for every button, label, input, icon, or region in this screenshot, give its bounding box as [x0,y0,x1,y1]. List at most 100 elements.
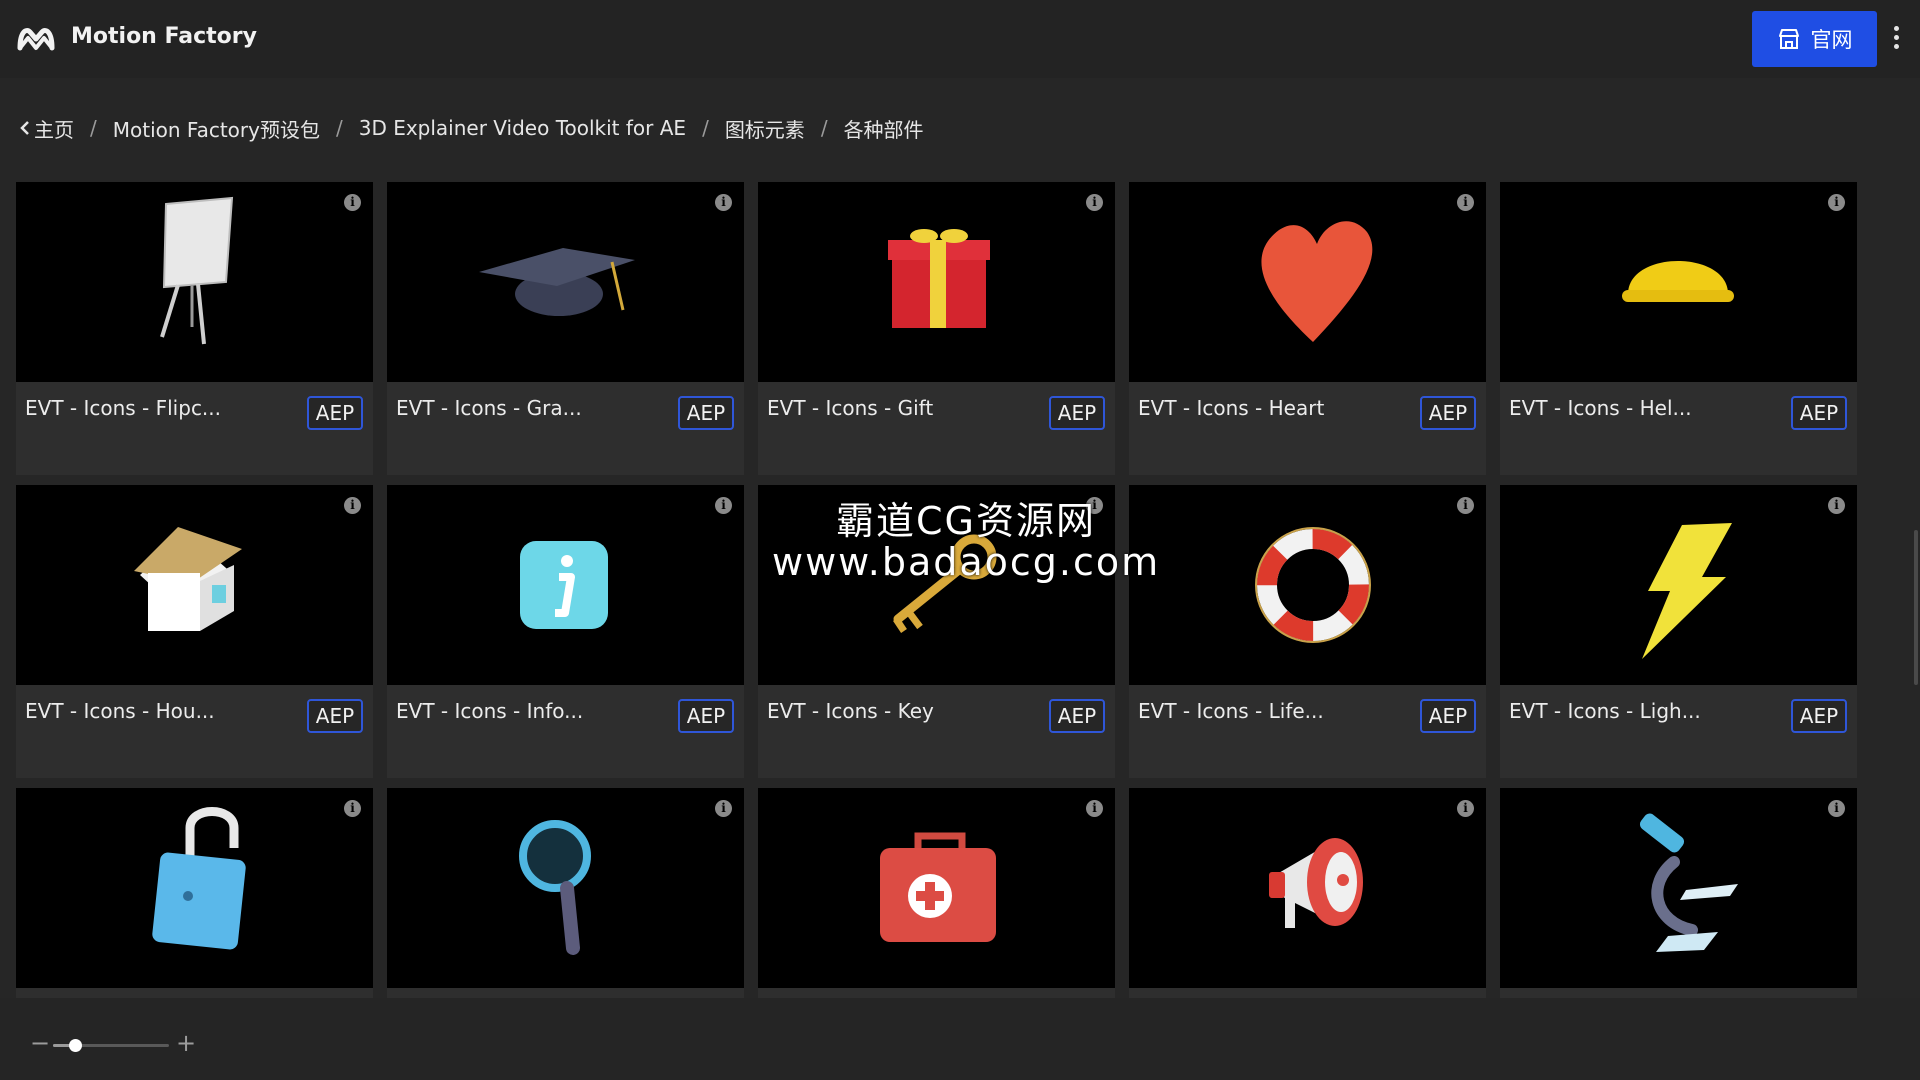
asset-thumbnail: i [16,182,373,382]
scrollbar-thumb[interactable] [1914,530,1918,685]
asset-thumbnail: i [758,182,1115,382]
info-icon[interactable]: i [1086,194,1103,211]
asset-title: EVT - Icons - Life... [1138,699,1324,723]
asset-card[interactable]: i EVT - Icons - Gift AEP [758,182,1115,475]
app-title: Motion Factory [71,24,257,49]
aep-badge: AEP [307,699,363,733]
asset-thumbnail: i [1129,485,1486,685]
asset-thumbnail: i [1500,788,1857,988]
info-icon[interactable]: i [1457,194,1474,211]
watermark-line1: 霸道CG资源网 [836,499,1096,543]
breadcrumb: 主页 / Motion Factory预设包 / 3D Explainer Vi… [20,112,924,144]
chevron-left-icon [20,121,29,135]
vertical-dots-icon[interactable] [1890,26,1902,52]
aep-badge: AEP [678,699,734,733]
asset-card[interactable]: i EVT - Icons - Life... AEP [1129,485,1486,778]
asset-thumbnail: i [387,182,744,382]
breadcrumb-separator: / [90,116,97,140]
asset-title: EVT - Icons - Key [767,699,934,723]
magnifier-icon [519,820,591,955]
info-icon[interactable]: i [715,194,732,211]
info-icon[interactable]: i [344,497,361,514]
store-icon [1778,29,1799,49]
zoom-out-button[interactable]: − [30,1031,50,1055]
info-icon[interactable]: i [1457,497,1474,514]
info-icon[interactable]: i [1828,800,1845,817]
breadcrumb-item-toolkit[interactable]: 3D Explainer Video Toolkit for AE [359,116,686,140]
info-icon[interactable]: i [1828,497,1845,514]
heart-icon [1261,221,1373,342]
helmet-icon [1622,261,1734,302]
asset-card[interactable]: i [1500,788,1857,998]
asset-title: EVT - Icons - Info... [396,699,584,723]
asset-grid: i EVT - Icons - Flipc... AEP i EVT - Ico… [16,182,1858,998]
asset-card[interactable]: i EVT - Icons - Info... AEP [387,485,744,778]
asset-thumbnail: i [1500,485,1857,685]
microscope-icon [1639,813,1738,952]
asset-card[interactable]: i EVT - Icons - Hel... AEP [1500,182,1857,475]
aep-badge: AEP [1791,699,1847,733]
aep-badge: AEP [1791,396,1847,430]
asset-card[interactable]: i EVT - Icons - Gra... AEP [387,182,744,475]
gift-icon [888,229,990,328]
house-icon [134,527,242,631]
breadcrumb-item-current: 各种部件 [843,117,924,142]
asset-title: EVT - Icons - Gift [767,396,934,420]
aep-badge: AEP [1049,699,1105,733]
info-icon[interactable]: i [1086,800,1103,817]
asset-thumbnail: i [1129,788,1486,988]
asset-card[interactable]: i EVT - Icons - Hou... AEP [16,485,373,778]
asset-thumbnail: i [1129,182,1486,382]
breadcrumb-separator: / [702,116,709,140]
asset-title: EVT - Icons - Hou... [25,699,215,723]
asset-title: EVT - Icons - Gra... [396,396,582,420]
top-bar: Motion Factory 官网 [0,0,1920,78]
asset-card[interactable]: i EVT - Icons - Heart AEP [1129,182,1486,475]
aep-badge: AEP [1049,396,1105,430]
asset-thumbnail: i [1500,182,1857,382]
official-site-button[interactable]: 官网 [1752,11,1877,67]
zoom-in-button[interactable]: + [176,1031,196,1055]
info-icon[interactable]: i [344,194,361,211]
info-icon[interactable]: i [715,497,732,514]
asset-thumbnail: i [16,788,373,988]
asset-card[interactable]: i [1129,788,1486,998]
aep-badge: AEP [307,396,363,430]
asset-title: EVT - Icons - Ligh... [1509,699,1701,723]
aep-badge: AEP [1420,699,1476,733]
asset-card[interactable]: i [16,788,373,998]
lifebuoy-icon [1255,527,1371,643]
aep-badge: AEP [1420,396,1476,430]
asset-card[interactable]: i [387,788,744,998]
padlock-open-icon [152,807,246,950]
official-site-label: 官网 [1810,28,1853,52]
info-icon[interactable]: i [344,800,361,817]
asset-card[interactable]: i EVT - Icons - Ligh... AEP [1500,485,1857,778]
asset-title: EVT - Icons - Flipc... [25,396,222,420]
motion-factory-logo-icon[interactable] [16,22,56,54]
asset-card[interactable]: i EVT - Icons - Flipc... AEP [16,182,373,475]
zoom-slider-handle[interactable] [69,1039,83,1052]
breadcrumb-item-home: 主页 [34,117,74,142]
breadcrumb-item-icons[interactable]: 图标元素 [725,114,805,143]
info-badge-icon [520,541,608,629]
info-icon[interactable]: i [1457,800,1474,817]
asset-thumbnail: i [758,788,1115,988]
asset-title: EVT - Icons - Hel... [1509,396,1692,420]
asset-thumbnail: i [16,485,373,685]
watermark-line2: www.badaocg.com [772,540,1161,584]
flipchart-icon [160,196,234,345]
breadcrumb-item-presets[interactable]: Motion Factory预设包 [113,114,320,143]
breadcrumb-separator: / [820,116,828,140]
asset-card[interactable]: i [758,788,1115,998]
breadcrumb-home-link[interactable]: 主页 [20,114,74,143]
info-icon[interactable]: i [1828,194,1845,211]
footer-bar [0,998,1920,1080]
aep-badge: AEP [678,396,734,430]
info-icon[interactable]: i [715,800,732,817]
asset-thumbnail: i [387,788,744,988]
graduation-cap-icon [479,248,635,316]
zoom-slider[interactable] [53,1039,169,1052]
asset-title: EVT - Icons - Heart [1138,396,1325,420]
asset-thumbnail: i [387,485,744,685]
